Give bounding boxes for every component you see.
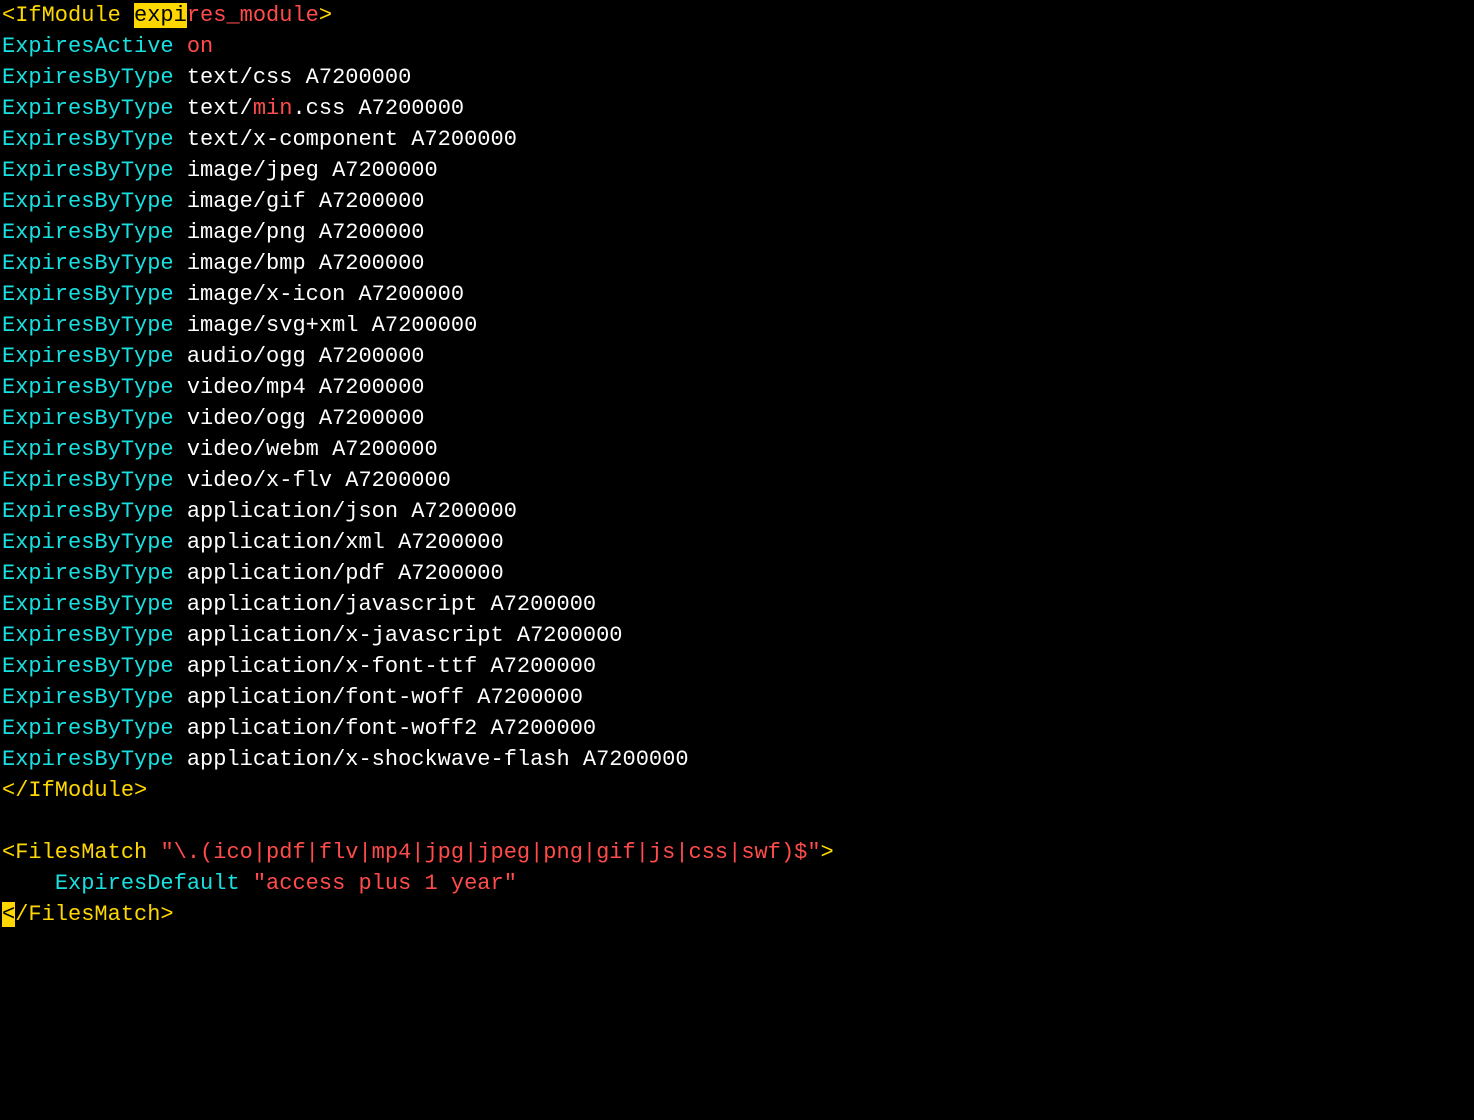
- directive: ExpiresByType: [2, 220, 174, 245]
- rule-value: application/json A7200000: [174, 499, 517, 524]
- rule-value: image/bmp A7200000: [174, 251, 425, 276]
- module-name-suffix: res_module: [187, 3, 319, 28]
- expires-rule-line: ExpiresByType audio/ogg A7200000: [2, 344, 424, 369]
- rule-value: image/png A7200000: [174, 220, 425, 245]
- directive: ExpiresByType: [2, 530, 174, 555]
- rule-value: application/font-woff2 A7200000: [174, 716, 596, 741]
- directive: ExpiresByType: [2, 282, 174, 307]
- filesmatch-tag: FilesMatch: [15, 840, 160, 865]
- expires-rule-line: ExpiresByType image/jpeg A7200000: [2, 158, 438, 183]
- expires-rule-line: ExpiresByType application/pdf A7200000: [2, 561, 504, 586]
- expires-rule-line: ExpiresByType video/x-flv A7200000: [2, 468, 451, 493]
- directive: ExpiresByType: [2, 437, 174, 462]
- expires-rule-line: ExpiresByType application/x-javascript A…: [2, 623, 623, 648]
- ifmodule-tag: IfModule: [15, 3, 134, 28]
- directive: ExpiresByType: [2, 592, 174, 617]
- rule-value: application/x-javascript A7200000: [174, 623, 623, 648]
- directive: ExpiresByType: [2, 189, 174, 214]
- angle-open: <: [2, 840, 15, 865]
- directive: ExpiresByType: [2, 313, 174, 338]
- rule-value: image/jpeg A7200000: [174, 158, 438, 183]
- expires-rule-line: ExpiresByType image/bmp A7200000: [2, 251, 424, 276]
- directive: ExpiresByType: [2, 158, 174, 183]
- directive: ExpiresByType: [2, 96, 174, 121]
- rule-value: image/svg+xml A7200000: [174, 313, 478, 338]
- rule-value: application/javascript A7200000: [174, 592, 596, 617]
- filesmatch-pattern: "\.(ico|pdf|flv|mp4|jpg|jpeg|png|gif|js|…: [160, 840, 820, 865]
- directive: ExpiresByType: [2, 65, 174, 90]
- expires-rule-line: ExpiresByType application/font-woff A720…: [2, 685, 583, 710]
- angle-close: >: [821, 840, 834, 865]
- rule-value: application/x-shockwave-flash A7200000: [174, 747, 689, 772]
- directive: ExpiresByType: [2, 623, 174, 648]
- expires-rule-line: ExpiresByType text/css A7200000: [2, 65, 411, 90]
- ifmodule-close-line: </IfModule>: [2, 778, 147, 803]
- expires-rule-line: ExpiresByType application/json A7200000: [2, 499, 517, 524]
- rule-value: application/font-woff A7200000: [174, 685, 583, 710]
- expires-active-line: ExpiresActive on: [2, 34, 213, 59]
- rule-value: text/css A7200000: [174, 65, 412, 90]
- filesmatch-close-line: </FilesMatch>: [2, 902, 174, 927]
- directive: ExpiresByType: [2, 747, 174, 772]
- value-on: on: [187, 34, 213, 59]
- directive: ExpiresByType: [2, 499, 174, 524]
- directive: ExpiresByType: [2, 127, 174, 152]
- directive: ExpiresDefault: [55, 871, 240, 896]
- directive: ExpiresByType: [2, 406, 174, 431]
- expires-default-line: ExpiresDefault "access plus 1 year": [2, 871, 517, 896]
- expires-rule-line: ExpiresByType application/x-font-ttf A72…: [2, 654, 596, 679]
- expires-rule-line: ExpiresByType application/javascript A72…: [2, 592, 596, 617]
- expires-rule-line: ExpiresByType image/png A7200000: [2, 220, 424, 245]
- rule-value: .css A7200000: [292, 96, 464, 121]
- expires-rule-line: ExpiresByType image/x-icon A7200000: [2, 282, 464, 307]
- rule-value: video/mp4 A7200000: [174, 375, 425, 400]
- cursor: <: [2, 902, 15, 927]
- search-highlight: expi: [134, 3, 187, 28]
- rule-value: text/x-component A7200000: [174, 127, 517, 152]
- directive: ExpiresByType: [2, 561, 174, 586]
- ifmodule-open-line: <IfModule expires_module>: [2, 3, 332, 28]
- expires-rule-line: ExpiresByType video/mp4 A7200000: [2, 375, 424, 400]
- directive: ExpiresByType: [2, 716, 174, 741]
- expires-default-value: "access plus 1 year": [240, 871, 517, 896]
- expires-rule-line: ExpiresByType video/ogg A7200000: [2, 406, 424, 431]
- expires-rule-line: ExpiresByType text/min.css A7200000: [2, 96, 464, 121]
- filesmatch-close-rest: /FilesMatch>: [15, 902, 173, 927]
- directive: ExpiresByType: [2, 375, 174, 400]
- angle-open: <: [2, 3, 15, 28]
- expires-rule-line: ExpiresByType image/svg+xml A7200000: [2, 313, 477, 338]
- highlight-token: min: [253, 96, 293, 121]
- expires-rule-line: ExpiresByType video/webm A7200000: [2, 437, 438, 462]
- directive: ExpiresByType: [2, 344, 174, 369]
- expires-rule-line: ExpiresByType application/font-woff2 A72…: [2, 716, 596, 741]
- rule-value: application/xml A7200000: [174, 530, 504, 555]
- rule-value: audio/ogg A7200000: [174, 344, 425, 369]
- expires-rule-line: ExpiresByType application/xml A7200000: [2, 530, 504, 555]
- rule-value: video/ogg A7200000: [174, 406, 425, 431]
- rule-value: image/x-icon A7200000: [174, 282, 464, 307]
- code-editor[interactable]: <IfModule expires_module> ExpiresActive …: [0, 0, 1474, 930]
- directive: ExpiresByType: [2, 468, 174, 493]
- rule-value: application/pdf A7200000: [174, 561, 504, 586]
- directive: ExpiresByType: [2, 685, 174, 710]
- indent: [2, 871, 55, 896]
- rule-value: video/x-flv A7200000: [174, 468, 451, 493]
- filesmatch-open-line: <FilesMatch "\.(ico|pdf|flv|mp4|jpg|jpeg…: [2, 840, 834, 865]
- rule-value: video/webm A7200000: [174, 437, 438, 462]
- expires-rule-line: ExpiresByType text/x-component A7200000: [2, 127, 517, 152]
- directive: ExpiresActive: [2, 34, 174, 59]
- directive: ExpiresByType: [2, 654, 174, 679]
- expires-rule-line: ExpiresByType application/x-shockwave-fl…: [2, 747, 689, 772]
- rule-value: application/x-font-ttf A7200000: [174, 654, 596, 679]
- expires-rule-line: ExpiresByType image/gif A7200000: [2, 189, 424, 214]
- directive: ExpiresByType: [2, 251, 174, 276]
- rule-value: image/gif A7200000: [174, 189, 425, 214]
- rule-value: text/: [174, 96, 253, 121]
- angle-close: >: [319, 3, 332, 28]
